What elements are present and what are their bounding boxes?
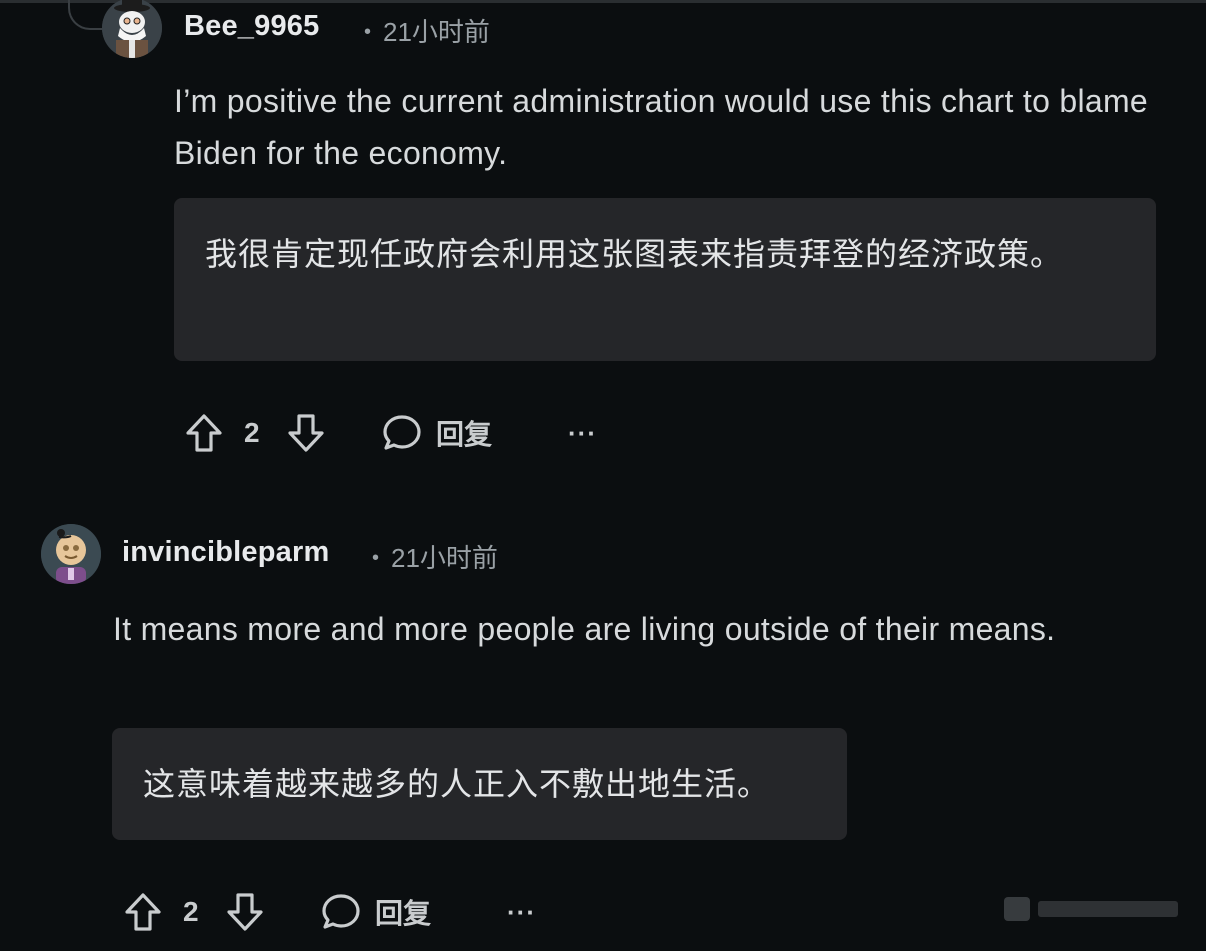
more-options-button[interactable]: ··· (568, 408, 597, 458)
more-options-icon: ··· (568, 417, 597, 448)
comment-actions: 2 回复 ··· (184, 408, 624, 458)
vote-count-text: 2 (183, 896, 199, 927)
meta-separator: • (364, 21, 372, 43)
avatar[interactable] (102, 0, 162, 58)
reply-button[interactable]: 回复 (321, 887, 431, 937)
speech-bubble-icon (383, 415, 421, 450)
comment-actions: 2 回复 ··· (123, 887, 563, 937)
vote-count: 2 (183, 887, 199, 937)
avatar-image (102, 0, 162, 58)
meta-separator: • (372, 547, 380, 569)
arrow-down-icon (227, 893, 263, 931)
arrow-down-icon (288, 414, 324, 452)
timestamp: • 21小时前 (364, 12, 490, 49)
arrow-up-icon (125, 893, 161, 931)
translation-box: 这意味着越来越多的人正入不敷出地生活。 (112, 728, 847, 840)
comment-body: It means more and more people are living… (113, 611, 1056, 647)
comment-thread: Bee_9965 • 21小时前 I’m positive the current… (0, 0, 1206, 951)
timestamp-text: 21小时前 (391, 543, 498, 573)
avatar[interactable] (41, 524, 101, 584)
upvote-button[interactable] (123, 887, 163, 937)
reply-label: 回复 (436, 419, 493, 450)
watermark-logo (1004, 897, 1178, 921)
more-options-button[interactable]: ··· (507, 887, 536, 937)
arrow-up-icon (186, 414, 222, 452)
upvote-button[interactable] (184, 408, 224, 458)
avatar-image (41, 524, 101, 584)
username[interactable]: invincibleparm (122, 536, 329, 569)
vote-count-text: 2 (244, 417, 260, 448)
translation-text: 这意味着越来越多的人正入不敷出地生活。 (143, 766, 771, 802)
vote-count: 2 (244, 408, 260, 458)
translation-text: 我很肯定现任政府会利用这张图表来指责拜登的经济政策。 (205, 236, 1064, 272)
comment-body: I’m positive the current administration … (174, 83, 1149, 171)
reply-button[interactable]: 回复 (382, 408, 492, 458)
reply-label: 回复 (375, 898, 432, 929)
speech-bubble-icon (322, 894, 360, 929)
more-options-icon: ··· (507, 896, 536, 927)
translation-box: 我很肯定现任政府会利用这张图表来指责拜登的经济政策。 (174, 198, 1156, 361)
divider (0, 0, 1206, 3)
timestamp-text: 21小时前 (383, 17, 490, 47)
username[interactable]: Bee_9965 (184, 10, 319, 43)
downvote-button[interactable] (225, 887, 265, 937)
downvote-button[interactable] (286, 408, 326, 458)
timestamp: • 21小时前 (372, 538, 498, 575)
